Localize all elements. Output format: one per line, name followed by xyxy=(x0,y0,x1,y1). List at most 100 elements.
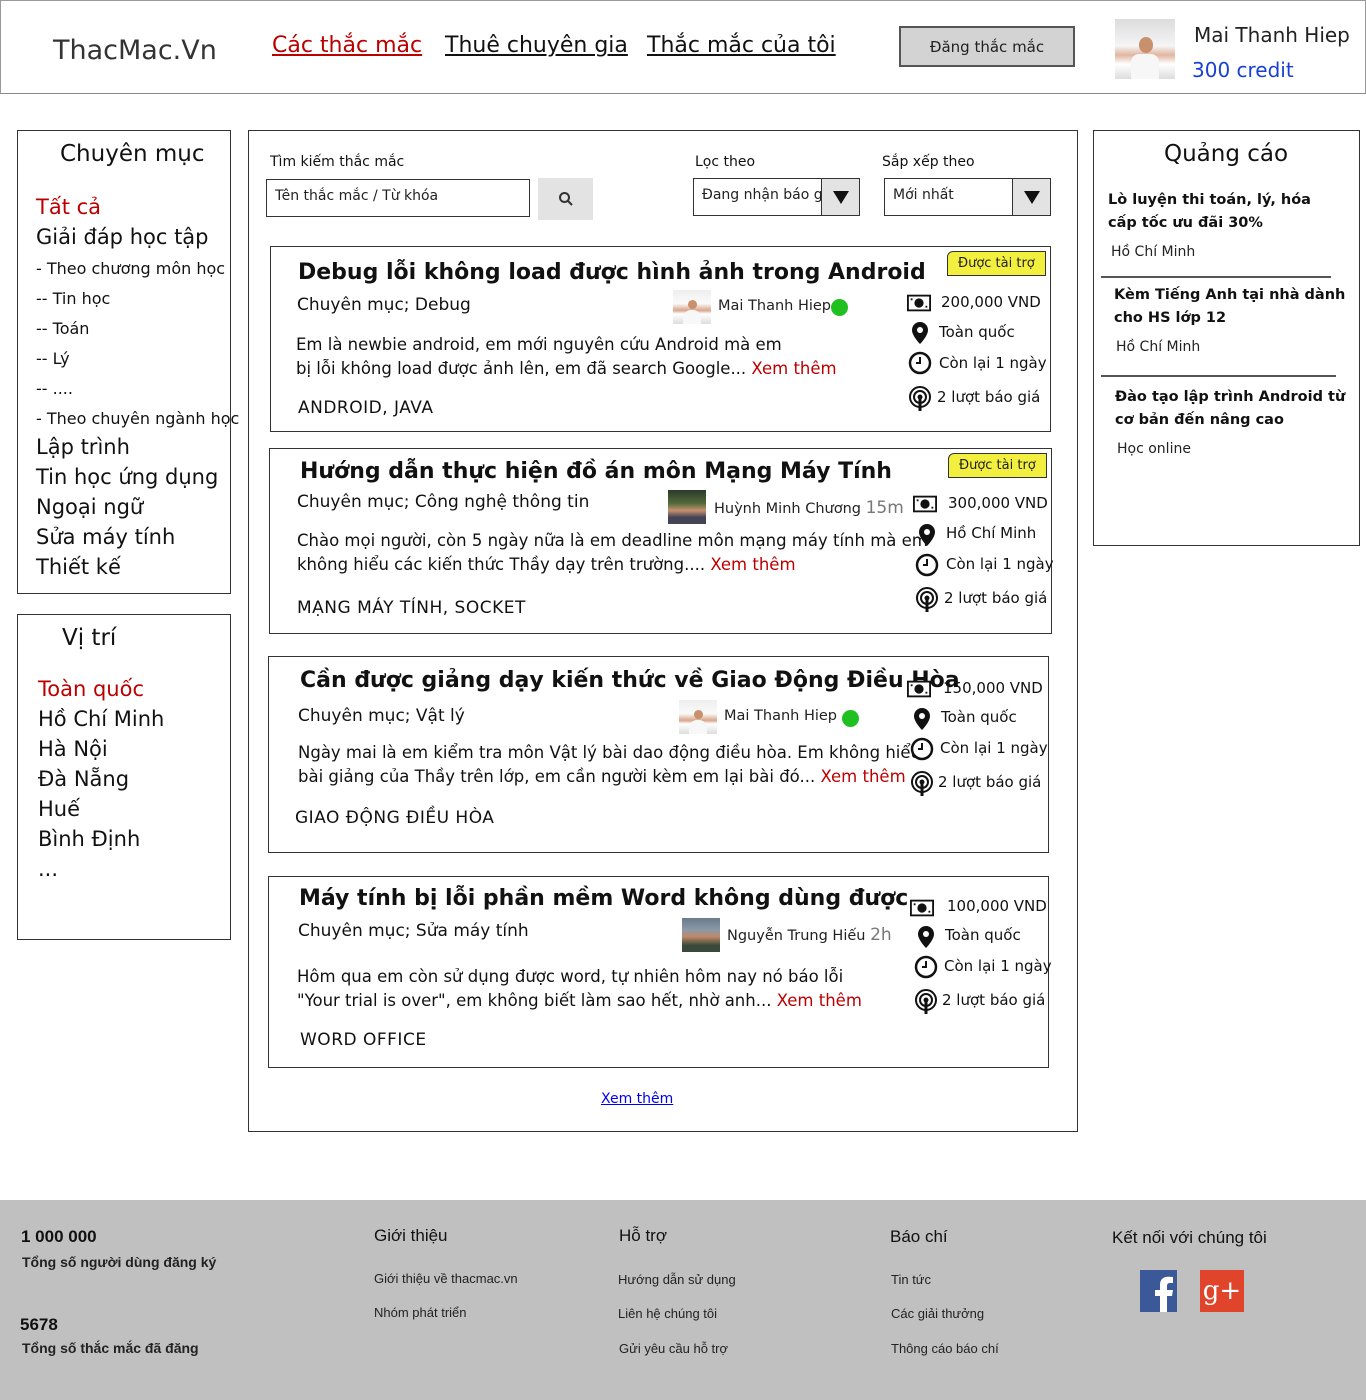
category-item[interactable]: Ngoại ngữ xyxy=(36,495,143,519)
footer-link[interactable]: Giới thiệu về thacmac.vn xyxy=(374,1271,518,1286)
location-item[interactable]: Hà Nội xyxy=(38,737,108,761)
category-item[interactable]: Giải đáp học tập xyxy=(36,225,209,249)
author-name[interactable]: Huỳnh Minh Chương 15m xyxy=(714,498,904,518)
read-more-link[interactable]: Xem thêm xyxy=(751,359,836,378)
filter-select[interactable]: Đang nhận báo giá xyxy=(693,178,860,216)
footer-link[interactable]: Gửi yêu cầu hỗ trợ xyxy=(619,1341,728,1356)
nav-questions[interactable]: Các thắc mắc xyxy=(272,33,422,58)
sponsored-badge: Được tài trợ xyxy=(948,453,1047,478)
remaining-time: Còn lại 1 ngày xyxy=(946,555,1054,573)
question-card[interactable]: Máy tính bị lỗi phần mềm Word không dùng… xyxy=(268,876,1052,1068)
footer-link[interactable]: Các giải thưởng xyxy=(891,1306,984,1321)
question-card[interactable]: Cần được giảng dạy kiến thức về Giao Độn… xyxy=(268,656,1049,853)
question-tags[interactable]: ANDROID, JAVA xyxy=(298,398,433,418)
footer-link[interactable]: Liên hệ chúng tôi xyxy=(618,1306,717,1321)
read-more-link[interactable]: Xem thêm xyxy=(710,555,795,574)
filter-label: Lọc theo xyxy=(695,154,756,170)
online-status-dot xyxy=(831,299,848,316)
question-tags[interactable]: MẠNG MÁY TÍNH, SOCKET xyxy=(297,598,526,618)
category-item[interactable]: -- Toán xyxy=(36,319,89,338)
category-item[interactable]: Tất cả xyxy=(36,195,101,219)
money-icon xyxy=(907,677,931,701)
footer-connect-title: Kết nối với chúng tôi xyxy=(1112,1228,1267,1247)
question-category[interactable]: Chuyên mục; Debug xyxy=(297,295,471,315)
location-item[interactable]: Bình Định xyxy=(38,827,140,851)
nav-hire-expert[interactable]: Thuê chuyên gia xyxy=(445,33,628,58)
location-item[interactable]: Huế xyxy=(38,797,80,821)
read-more-link[interactable]: Xem thêm xyxy=(820,767,905,786)
location-item[interactable]: Đà Nẵng xyxy=(38,767,129,791)
users-label: Tổng số người dùng đăng ký xyxy=(22,1254,217,1270)
location-title: Vị trí xyxy=(62,625,117,651)
category-item[interactable]: -- Lý xyxy=(36,349,70,368)
question-title[interactable]: Debug lỗi không load được hình ảnh trong… xyxy=(298,260,926,285)
google-plus-icon[interactable]: g+ xyxy=(1200,1270,1244,1312)
read-more-link[interactable]: Xem thêm xyxy=(777,991,862,1010)
author-avatar[interactable] xyxy=(682,918,720,952)
questions-label: Tổng số thắc mắc đã đăng xyxy=(22,1340,199,1356)
author-name[interactable]: Nguyễn Trung Hiếu 2h xyxy=(727,925,892,945)
category-item[interactable]: - Theo chương môn học xyxy=(36,259,225,278)
money-icon xyxy=(913,492,937,516)
question-desc: Hôm qua em còn sử dụng được word, tự nhi… xyxy=(297,967,862,1010)
category-item[interactable]: -- .... xyxy=(36,379,73,398)
user-name[interactable]: Mai Thanh Hiep xyxy=(1194,23,1350,47)
ad-item-title[interactable]: Kèm Tiếng Anh tại nhà dành cho HS lớp 12 xyxy=(1114,284,1345,330)
category-item[interactable]: Thiết kế xyxy=(36,555,121,579)
category-item[interactable]: Sửa máy tính xyxy=(36,525,175,549)
online-status-dot xyxy=(842,710,859,727)
facebook-icon[interactable] xyxy=(1140,1270,1177,1312)
chevron-down-icon xyxy=(1012,179,1050,215)
category-item[interactable]: Lập trình xyxy=(36,435,130,459)
ad-divider xyxy=(1101,375,1336,377)
site-logo[interactable]: ThacMac.Vn xyxy=(53,35,217,66)
question-category[interactable]: Chuyên mục; Sửa máy tính xyxy=(298,921,529,941)
location-item[interactable]: Hồ Chí Minh xyxy=(38,707,164,731)
ads-panel: Quảng cáo Lò luyện thi toán, lý, hóa cấp … xyxy=(1093,130,1360,546)
sort-select[interactable]: Mới nhất xyxy=(884,178,1051,216)
search-input[interactable]: Tên thắc mắc / Từ khóa xyxy=(266,179,530,217)
search-button[interactable] xyxy=(538,178,593,220)
question-title[interactable]: Máy tính bị lỗi phần mềm Word không dùng… xyxy=(299,886,908,911)
clock-icon xyxy=(910,737,934,761)
ad-item-title[interactable]: Lò luyện thi toán, lý, hóa cấp tốc ưu đãi… xyxy=(1108,189,1311,235)
category-item[interactable]: -- Tin học xyxy=(36,289,110,308)
question-category[interactable]: Chuyên mục; Công nghệ thông tin xyxy=(297,492,589,512)
question-tags[interactable]: GIAO ĐỘNG ĐIỀU HÒA xyxy=(295,808,494,828)
question-card[interactable]: Được tài trợ Debug lỗi không load được h… xyxy=(270,246,1051,432)
podcast-icon xyxy=(908,386,932,411)
location-item[interactable]: Toàn quốc xyxy=(38,677,144,701)
location-pin-icon xyxy=(908,321,932,345)
footer-link[interactable]: Nhóm phát triển xyxy=(374,1305,467,1320)
footer-link[interactable]: Hướng dẫn sử dụng xyxy=(618,1272,736,1287)
sort-value: Mới nhất xyxy=(893,187,954,203)
bid-count: 2 lượt báo giá xyxy=(942,991,1046,1009)
question-tags[interactable]: WORD OFFICE xyxy=(300,1030,427,1050)
category-item[interactable]: - Theo chuyên ngành học xyxy=(36,409,239,428)
question-title[interactable]: Cần được giảng dạy kiến thức về Giao Độn… xyxy=(300,668,960,693)
footer-link[interactable]: Tin tức xyxy=(891,1272,931,1287)
category-item[interactable]: Tin học ứng dụng xyxy=(36,465,218,489)
ads-title: Quảng cáo xyxy=(1164,141,1289,167)
question-category[interactable]: Chuyên mục; Vật lý xyxy=(298,706,465,726)
question-title[interactable]: Hướng dẫn thực hiện đồ án môn Mạng Máy T… xyxy=(300,459,892,484)
question-desc: Chào mọi người, còn 5 ngày nữa là em dea… xyxy=(297,531,928,574)
author-name[interactable]: Mai Thanh Hiep xyxy=(724,708,837,724)
nav-my-questions[interactable]: Thắc mắc của tôi xyxy=(647,33,836,58)
user-avatar[interactable] xyxy=(1115,19,1175,79)
podcast-icon xyxy=(915,587,939,612)
author-name[interactable]: Mai Thanh Hiep xyxy=(718,298,831,314)
author-avatar[interactable] xyxy=(668,490,706,524)
author-avatar[interactable] xyxy=(673,290,711,324)
location-item[interactable]: ... xyxy=(38,857,58,881)
price: 300,000 VND xyxy=(948,494,1048,512)
ad-item-title[interactable]: Đào tạo lập trình Android từ cơ bản đến n… xyxy=(1115,386,1345,432)
search-label: Tìm kiếm thắc mắc xyxy=(270,154,405,170)
post-question-button[interactable]: Đăng thắc mắc xyxy=(899,26,1075,67)
load-more-link[interactable]: Xem thêm xyxy=(601,1091,673,1107)
question-card[interactable]: Được tài trợ Hướng dẫn thực hiện đồ án m… xyxy=(269,448,1054,634)
money-icon xyxy=(907,291,931,315)
price: 100,000 VND xyxy=(947,897,1047,915)
author-avatar[interactable] xyxy=(679,700,717,734)
footer-link[interactable]: Thông cáo báo chí xyxy=(891,1341,999,1356)
